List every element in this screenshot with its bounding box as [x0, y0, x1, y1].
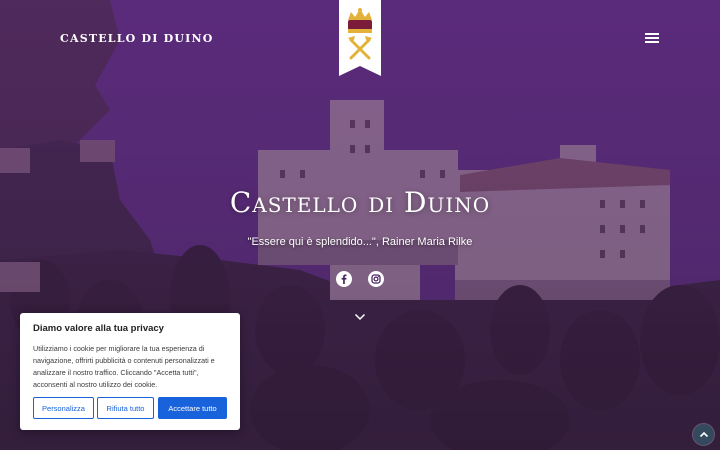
reject-all-button[interactable]: Rifiuta tutto [97, 397, 154, 419]
scroll-down-chevron-icon[interactable] [354, 313, 366, 321]
customize-button[interactable]: Personalizza [33, 397, 94, 419]
facebook-icon[interactable] [336, 271, 352, 287]
instagram-icon[interactable] [368, 271, 384, 287]
cookie-consent-banner: Diamo valore alla tua privacy Utilizziam… [20, 313, 240, 430]
crown-crest-icon[interactable] [339, 0, 381, 76]
hero-quote: "Essere qui è splendido...", Rainer Mari… [247, 236, 473, 248]
scroll-to-top-button[interactable] [693, 424, 714, 445]
hero-title: Castello di Duino [229, 186, 491, 219]
site-logo-text[interactable]: CASTELLO DI DUINO [60, 32, 214, 45]
cookie-banner-title: Diamo valore alla tua privacy [33, 323, 164, 334]
hamburger-menu-icon[interactable] [645, 33, 659, 43]
chevron-up-icon [699, 431, 708, 438]
accept-all-button[interactable]: Accettare tutto [158, 397, 227, 419]
cookie-banner-text: Utilizziamo i cookie per migliorare la t… [33, 344, 215, 389]
